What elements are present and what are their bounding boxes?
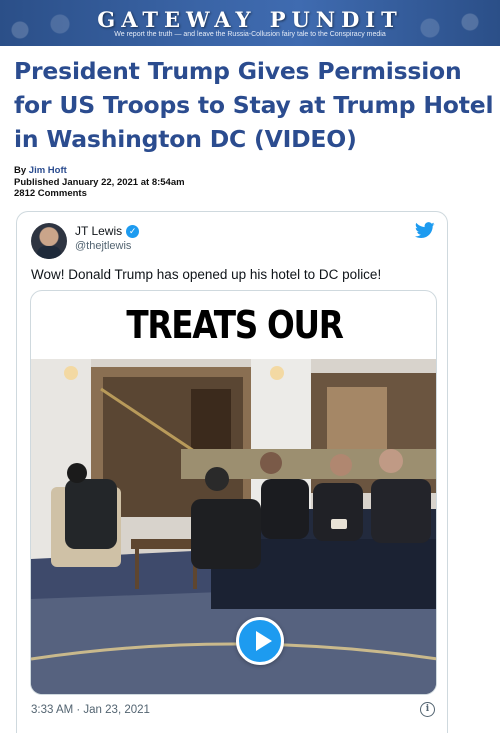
site-header[interactable]: GATEWAY PUNDIT We report the truth — and… [0,0,500,46]
avatar[interactable] [31,223,67,259]
video-caption: TREATS OUR HEROES [59,291,410,415]
avatar-figure [37,246,61,259]
video-thumbnail[interactable] [31,359,436,694]
tweet-video[interactable]: TREATS OUR HEROES [30,290,437,695]
tweet-handle[interactable]: @thejtlewis [75,240,131,252]
byline: By Jim Hoft [14,165,185,177]
embedded-tweet[interactable]: JT Lewis ✓ @thejtlewis Wow! Donald Trump… [16,211,448,733]
site-logo[interactable]: GATEWAY PUNDIT [0,7,500,32]
author-link[interactable]: Jim Hoft [29,165,67,176]
tweet-text: Wow! Donald Trump has opened up his hote… [31,267,382,282]
verified-badge-icon: ✓ [126,224,140,238]
article-meta: By Jim Hoft Published January 22, 2021 a… [14,165,185,200]
tweet-author[interactable]: JT Lewis ✓ [75,224,140,238]
play-button[interactable] [236,617,284,665]
tweet-timestamp[interactable]: 3:33 AM · Jan 23, 2021 [31,704,150,716]
twitter-bird-icon[interactable] [415,222,435,239]
article-title: President Trump Gives Permission for US … [14,57,494,153]
byline-prefix: By [14,165,29,176]
published-date: Published January 22, 2021 at 8:54am [14,176,185,188]
comments-count[interactable]: 2812 Comments [14,188,185,200]
tweet-display-name[interactable]: JT Lewis [75,224,122,238]
info-icon[interactable]: i [420,702,435,717]
hotel-lobby-image [31,359,436,694]
site-tagline: We report the truth — and leave the Russ… [114,31,386,38]
